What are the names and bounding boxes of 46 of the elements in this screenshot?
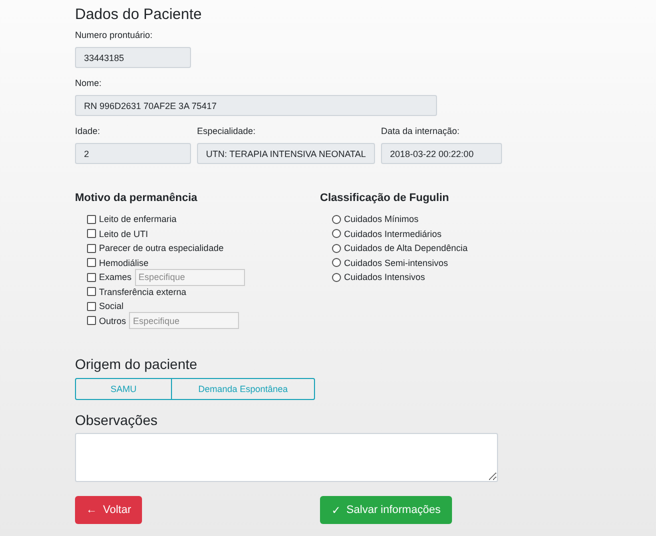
checkbox[interactable] [87, 272, 96, 282]
checkbox-label: Hemodiálise [99, 258, 149, 268]
radio-button[interactable] [332, 272, 341, 282]
check-icon: ✓ [331, 504, 340, 516]
section-heading: Origem do paciente [75, 356, 198, 372]
checkbox[interactable] [87, 258, 96, 268]
readonly-field[interactable]: UTN: TERAPIA INTENSIVA NEONATAL [197, 143, 375, 164]
readonly-field[interactable]: 33443185 [75, 47, 191, 68]
checkbox-label: Exames [99, 272, 132, 282]
checkbox[interactable] [87, 244, 96, 253]
checkbox[interactable] [87, 302, 96, 311]
radio-label: Cuidados Intensivos [344, 272, 426, 282]
checkbox[interactable] [87, 214, 96, 224]
checkbox-label: Transferência externa [99, 286, 186, 297]
field-label: Data da internação: [381, 126, 461, 136]
checkbox-label: Social [99, 301, 124, 312]
checkbox[interactable] [87, 287, 96, 296]
readonly-field[interactable]: 2018-03-22 00:22:00 [381, 143, 502, 164]
field-label: Idade: [75, 126, 102, 136]
checkbox-label: Leito de UTI [99, 228, 148, 239]
readonly-field[interactable]: RN 996D2631 70AF2E 3A 75417 [75, 95, 437, 116]
checkbox-label: Parecer de outra especialidade [99, 243, 224, 254]
checkbox-label: Outros [99, 316, 126, 326]
back-button[interactable]: ← Voltar [75, 496, 142, 524]
radio-button[interactable] [332, 258, 341, 268]
radio-button[interactable] [332, 214, 341, 224]
checkbox[interactable] [87, 229, 96, 238]
section-title: Dados do Paciente [75, 6, 203, 23]
checkbox[interactable] [87, 316, 96, 326]
section-heading: Observações [75, 412, 158, 428]
radio-button[interactable] [332, 229, 341, 238]
radio-label: Cuidados Semi-intensivos [344, 258, 448, 268]
section-heading: Motivo da permanência [75, 192, 198, 204]
field-label: Nome: [75, 78, 103, 88]
radio-button[interactable] [332, 244, 341, 253]
section-heading: Classificação de Fugulin [320, 192, 450, 204]
input-field[interactable]: Especifique [134, 268, 245, 286]
radio-label: Cuidados de Alta Dependência [344, 243, 468, 254]
field-label: Numero prontuário: [75, 30, 154, 40]
radio-label: Cuidados Mínimos [344, 214, 419, 224]
arrow-left-icon: ← [86, 504, 97, 516]
field-label: Especialidade: [197, 126, 257, 136]
checkbox-label: Leito de enfermaria [99, 214, 177, 224]
radio-label: Cuidados Intermediários [344, 228, 442, 239]
input-field[interactable]: Especifique [129, 312, 240, 330]
readonly-field[interactable]: 2 [75, 143, 191, 164]
